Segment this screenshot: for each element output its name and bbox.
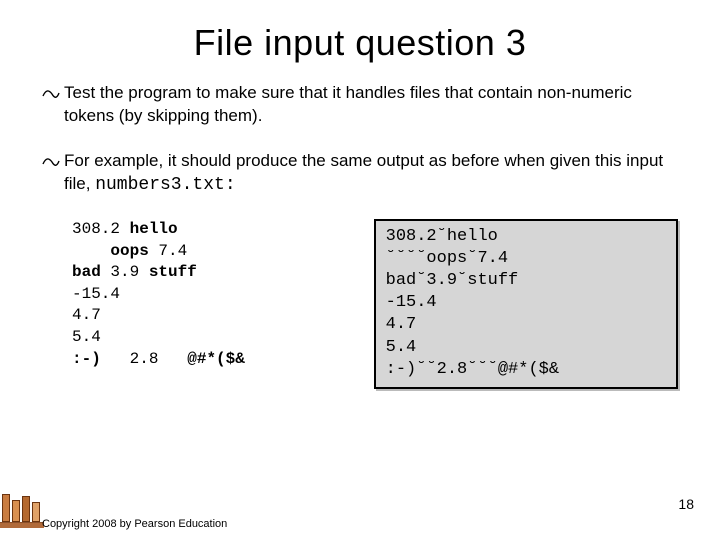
bullet-1: Test the program to make sure that it ha… xyxy=(42,82,678,128)
filename-inline: numbers3.txt xyxy=(95,175,225,195)
code-bold: hello xyxy=(130,220,178,238)
bullet-2-colon: : xyxy=(225,175,236,195)
swirl-bullet-icon xyxy=(42,155,60,178)
page-number: 18 xyxy=(678,496,694,512)
code-text xyxy=(72,242,110,260)
code-text: 3.9 xyxy=(101,263,149,281)
code-bold: oops xyxy=(110,242,148,260)
plain-code-block: 308.2 hello oops 7.4 bad 3.9 stuff -15.4… xyxy=(42,219,354,389)
code-text: 2.8 xyxy=(101,350,187,368)
copyright-text: Copyright 2008 by Pearson Education xyxy=(42,518,227,530)
bookshelf-decoration-icon xyxy=(0,490,44,528)
code-text: 308.2 xyxy=(72,220,130,238)
bullet-1-text: Test the program to make sure that it ha… xyxy=(64,82,678,128)
code-box: 308.2˘hello ˘˘˘˘oops˘7.4 bad˘3.9˘stuff -… xyxy=(374,219,678,389)
code-bold: stuff xyxy=(149,263,197,281)
code-text: -15.4 xyxy=(72,285,120,303)
slide-content: Test the program to make sure that it ha… xyxy=(0,82,720,389)
code-bold: @#*($& xyxy=(187,350,245,368)
code-bold: bad xyxy=(72,263,101,281)
boxed-code-column: 308.2˘hello ˘˘˘˘oops˘7.4 bad˘3.9˘stuff -… xyxy=(374,219,678,389)
bullet-2-text: For example, it should produce the same … xyxy=(64,150,678,197)
code-bold: :-) xyxy=(72,350,101,368)
example-columns: 308.2 hello oops 7.4 bad 3.9 stuff -15.4… xyxy=(42,219,678,389)
slide-title: File input question 3 xyxy=(0,0,720,82)
code-text: 5.4 xyxy=(72,328,101,346)
code-text: 7.4 xyxy=(149,242,187,260)
code-text: 4.7 xyxy=(72,306,101,324)
swirl-bullet-icon xyxy=(42,87,60,110)
bullet-2: For example, it should produce the same … xyxy=(42,150,678,197)
